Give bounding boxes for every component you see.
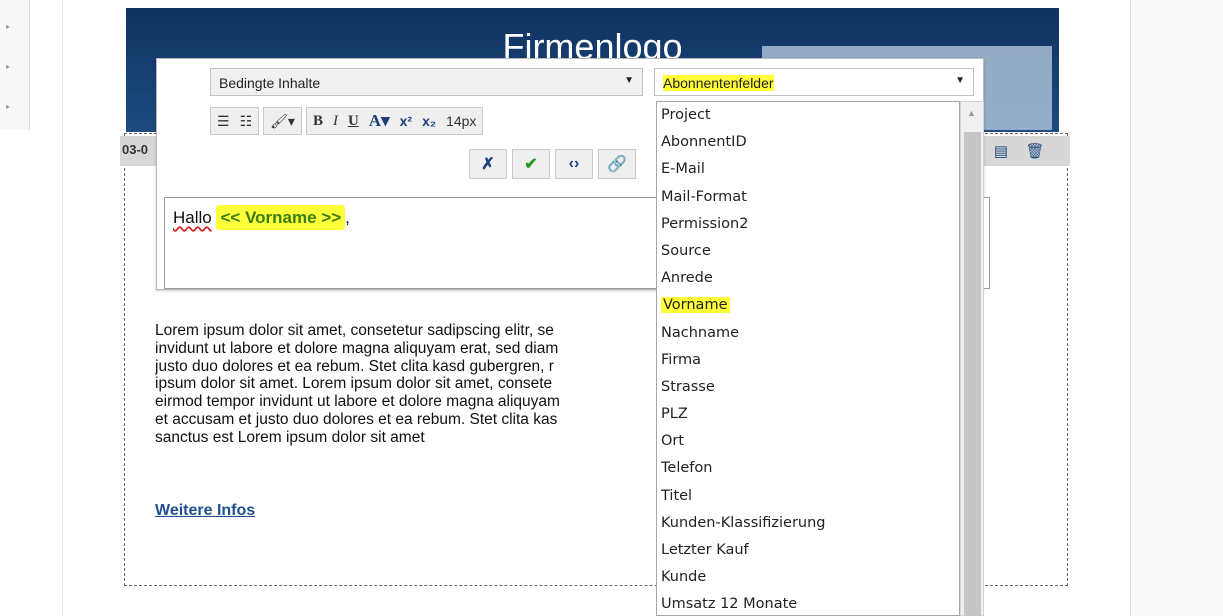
- more-info-link[interactable]: Weitere Infos: [155, 502, 255, 520]
- font-color-icon[interactable]: A▾: [369, 111, 390, 131]
- dropdown-item-label: Source: [661, 242, 711, 259]
- select-value: Bedingte Inhalte: [219, 75, 321, 91]
- dropdown-item[interactable]: Kunde: [657, 564, 959, 591]
- text-format-group: B I U A▾ x² x₂ 14px: [305, 107, 484, 135]
- body-text-line: invidunt ut labore et dolore magna aliqu…: [155, 339, 559, 357]
- code-view-icon[interactable]: ‹›: [555, 149, 593, 179]
- font-size-field[interactable]: 14px: [446, 113, 476, 129]
- dropdown-item-label: Titel: [661, 487, 693, 504]
- dropdown-item-label: Project: [661, 107, 711, 123]
- subscript-icon[interactable]: x₂: [422, 113, 436, 129]
- body-text: Lorem ipsum dolor sit amet, consetetur s…: [155, 322, 660, 482]
- dropdown-item-label: Telefon: [661, 460, 713, 477]
- dropdown-item[interactable]: Telefon: [657, 455, 959, 482]
- dropdown-item[interactable]: Firma: [657, 347, 959, 374]
- cancel-icon[interactable]: ✗: [469, 149, 507, 179]
- dropdown-item[interactable]: Source: [657, 238, 959, 265]
- select-value: Abonnentenfelder: [663, 75, 774, 91]
- subscriber-fields-dropdown[interactable]: Project AbonnentID E-Mail Mail-Format Pe…: [656, 101, 960, 616]
- dropdown-item[interactable]: Permission2: [657, 211, 959, 238]
- divider: [62, 0, 63, 616]
- body-text-line: Lorem ipsum dolor sit amet, consetetur s…: [155, 322, 554, 339]
- scroll-thumb[interactable]: [964, 132, 981, 616]
- style-group: 🖌▾: [263, 107, 302, 135]
- numbered-list-icon[interactable]: ☷: [240, 113, 253, 130]
- dropdown-item[interactable]: Umsatz 12 Monate: [657, 591, 959, 615]
- editor-actions: ✗ ✔ ‹› 🔗: [469, 149, 636, 179]
- dropdown-item-label: Strasse: [661, 378, 715, 395]
- italic-icon[interactable]: I: [333, 113, 338, 130]
- left-rail: ▸ ▸ ▸: [0, 0, 30, 130]
- superscript-icon[interactable]: x²: [400, 113, 412, 129]
- expand-arrow-icon[interactable]: ▸: [6, 22, 10, 31]
- dropdown-item[interactable]: Project: [657, 102, 959, 129]
- page: ▸ ▸ ▸ Firmenlogo 03-0 ▤ 🗑 Lorem ipsum do…: [0, 0, 1223, 616]
- dropdown-item[interactable]: Strasse: [657, 374, 959, 401]
- dropdown-item[interactable]: PLZ: [657, 401, 959, 428]
- chevron-down-icon: ▼: [955, 75, 965, 86]
- dropdown-item-label: Permission2: [661, 215, 749, 232]
- body-text-line: eirmod tempor invidunt ut labore et dolo…: [155, 393, 560, 411]
- body-text-line: justo duo dolores et ea rebum. Stet clit…: [155, 357, 554, 375]
- dropdown-item-label: Firma: [661, 351, 702, 368]
- conditional-content-select[interactable]: Bedingte Inhalte ▼: [210, 68, 643, 96]
- chevron-down-icon: ▼: [624, 75, 634, 86]
- body-text-line: ipsum dolor sit amet. Lorem ipsum dolor …: [155, 375, 553, 393]
- right-panel: [1130, 0, 1223, 616]
- link-icon[interactable]: 🔗: [598, 149, 636, 179]
- editor-line: Hallo << Vorname >>,: [173, 205, 350, 230]
- dropdown-item-label: Letzter Kauf: [661, 542, 749, 558]
- dropdown-item-label: Nachname: [661, 324, 740, 341]
- dropdown-item[interactable]: Nachname: [657, 320, 959, 347]
- dropdown-item-label: AbonnentID: [661, 134, 747, 151]
- insert-block-icon[interactable]: ▤: [986, 138, 1016, 164]
- bullet-list-icon[interactable]: ☰: [217, 113, 230, 130]
- dropdown-item-label: Kunden-Klassifizierung: [661, 514, 826, 531]
- dropdown-item-vorname[interactable]: Vorname: [657, 292, 959, 319]
- bold-icon[interactable]: B: [313, 113, 323, 130]
- dropdown-scrollbar[interactable]: ▲: [960, 101, 984, 616]
- dropdown-item[interactable]: Titel: [657, 483, 959, 510]
- expand-arrow-icon[interactable]: ▸: [6, 102, 10, 111]
- scroll-up-icon[interactable]: ▲: [967, 108, 976, 118]
- subscriber-fields-select[interactable]: Abonnentenfelder ▼: [654, 68, 974, 96]
- dropdown-item-label: Anrede: [661, 270, 713, 287]
- dropdown-item-label: Mail-Format: [661, 188, 747, 205]
- body-text-line: sanctus est Lorem ipsum dolor sit amet: [155, 428, 425, 446]
- dropdown-item-label: Kunde: [661, 569, 707, 586]
- dropdown-item-label: PLZ: [661, 406, 688, 423]
- block-label: 03-0: [122, 142, 149, 157]
- dropdown-item-label: E-Mail: [661, 161, 705, 178]
- placeholder-token[interactable]: << Vorname >>: [216, 205, 346, 230]
- dropdown-item-label: Vorname: [661, 297, 730, 314]
- block-tools: ▤ 🗑: [986, 138, 1050, 164]
- dropdown-item-label: Ort: [661, 433, 685, 450]
- dropdown-item[interactable]: Anrede: [657, 265, 959, 292]
- punctuation: ,: [345, 208, 350, 227]
- delete-icon[interactable]: 🗑: [1020, 138, 1050, 164]
- underline-icon[interactable]: U: [348, 113, 359, 130]
- greeting-text: Hallo: [173, 208, 212, 227]
- list-group: ☰ ☷: [210, 107, 260, 135]
- dropdown-item[interactable]: Letzter Kauf: [657, 537, 959, 564]
- dropdown-item-label: Umsatz 12 Monate: [661, 596, 798, 613]
- dropdown-item[interactable]: Kunden-Klassifizierung: [657, 510, 959, 537]
- dropdown-item[interactable]: Mail-Format: [657, 184, 959, 211]
- dropdown-item[interactable]: AbonnentID: [657, 129, 959, 156]
- dropdown-item[interactable]: E-Mail: [657, 156, 959, 183]
- expand-arrow-icon[interactable]: ▸: [6, 62, 10, 71]
- confirm-check-icon[interactable]: ✔: [512, 149, 550, 179]
- format-toolbar: ☰ ☷ 🖌▾ B I U A▾ x² x₂ 14px: [210, 107, 484, 135]
- body-text-line: et accusam et justo duo dolores et ea re…: [155, 410, 558, 428]
- paint-brush-icon[interactable]: 🖌▾: [270, 113, 295, 130]
- dropdown-item[interactable]: Ort: [657, 428, 959, 455]
